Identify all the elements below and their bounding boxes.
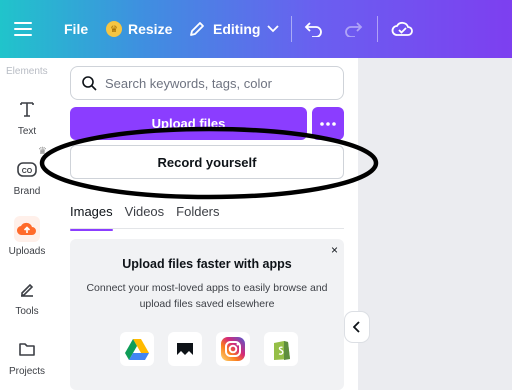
elements-label-faded: Elements: [6, 66, 48, 77]
frameio-icon[interactable]: [168, 332, 202, 366]
instagram-icon[interactable]: [216, 332, 250, 366]
rail-label-uploads: Uploads: [8, 246, 46, 257]
brand-icon: CO: [14, 156, 40, 182]
rail-item-brand[interactable]: CO Brand: [0, 156, 54, 197]
app-icons-row: [120, 332, 298, 366]
rail-label-brand: Brand: [13, 186, 41, 197]
redo-button[interactable]: [343, 0, 363, 58]
upload-files-button[interactable]: Upload files: [70, 107, 307, 140]
editing-label: Editing: [213, 21, 261, 37]
chevron-down-icon: [267, 25, 280, 33]
projects-icon: [14, 336, 40, 362]
cloud-saved-button[interactable]: [391, 0, 413, 58]
search-box[interactable]: [70, 66, 344, 100]
file-menu-button[interactable]: File: [64, 0, 88, 58]
uploads-panel: Upload files Record yourself Images Vide…: [54, 58, 358, 390]
tab-images[interactable]: Images: [70, 204, 113, 231]
rail-item-tools[interactable]: Tools: [0, 276, 54, 317]
google-drive-icon[interactable]: [120, 332, 154, 366]
search-icon: [82, 76, 97, 91]
toolbar-divider: [291, 16, 292, 42]
search-input[interactable]: [105, 75, 325, 91]
tab-videos[interactable]: Videos: [125, 204, 165, 230]
menu-icon[interactable]: [14, 0, 40, 58]
rail-item-uploads[interactable]: Uploads: [0, 216, 54, 257]
rail-item-text[interactable]: Text: [0, 96, 54, 137]
uploads-icon: [14, 216, 40, 242]
shopify-icon[interactable]: [264, 332, 298, 366]
editing-mode-dropdown[interactable]: Editing: [188, 0, 280, 58]
top-toolbar: File ♛ Resize Editing: [0, 0, 512, 58]
design-canvas-area[interactable]: [358, 58, 512, 390]
close-icon[interactable]: ×: [331, 243, 338, 257]
side-rail: Elements Text ♛ CO Brand Uploads Tools P…: [0, 58, 54, 390]
undo-button[interactable]: [304, 0, 324, 58]
resize-button[interactable]: ♛ Resize: [106, 0, 172, 58]
uploads-tabs: Images Videos Folders: [70, 204, 232, 231]
apps-promo-card: × Upload files faster with apps Connect …: [70, 239, 344, 390]
promo-title: Upload files faster with apps: [122, 257, 292, 271]
more-dots-icon: [320, 121, 336, 126]
collapse-panel-button[interactable]: [345, 312, 369, 342]
rail-label-text: Text: [17, 126, 37, 137]
tools-icon: [14, 276, 40, 302]
tab-folders[interactable]: Folders: [176, 204, 219, 230]
text-icon: [14, 96, 40, 122]
more-upload-options-button[interactable]: [312, 107, 344, 140]
promo-description: Connect your most-loved apps to easily b…: [86, 282, 328, 310]
undo-icon: [304, 22, 322, 37]
rail-label-projects: Projects: [8, 366, 46, 377]
record-yourself-button[interactable]: Record yourself: [70, 145, 344, 179]
rail-label-tools: Tools: [15, 306, 39, 317]
rail-item-projects[interactable]: Projects: [0, 336, 54, 377]
tabs-divider: [70, 228, 344, 229]
redo-icon: [345, 22, 363, 37]
cloud-check-icon: [391, 21, 413, 36]
crown-icon: ♛: [106, 21, 122, 37]
resize-label: Resize: [128, 21, 173, 37]
chevron-left-icon: [353, 321, 360, 333]
svg-text:CO: CO: [22, 168, 33, 175]
pencil-icon: [190, 22, 204, 36]
toolbar-divider: [377, 16, 378, 42]
